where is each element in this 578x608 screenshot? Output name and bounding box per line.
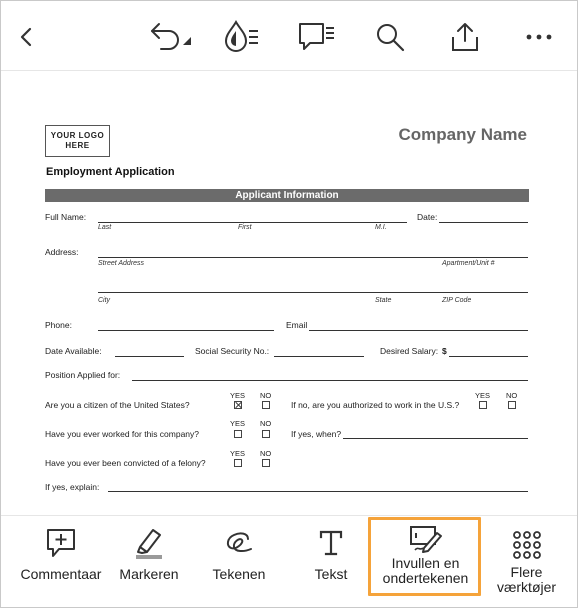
yes-header: YES [230,419,246,428]
position-field[interactable] [132,380,528,381]
date-available-label: Date Available: [45,346,102,356]
yes-header: YES [230,449,246,458]
worked-no-checkbox[interactable] [262,430,270,438]
form-title: Employment Application [46,166,175,178]
worked-before-question: Have you ever worked for this company? [45,429,200,439]
no-header: NO [260,391,272,400]
if-yes-when-label: If yes, when? [291,429,342,439]
back-chevron-icon[interactable] [9,19,45,55]
tool-comment[interactable]: Commentaar [11,516,111,608]
if-yes-when-field[interactable] [343,438,528,439]
pdf-document[interactable]: YOUR LOGO HERE Company Name Employment A… [1,72,577,515]
street-sublabel: Street Address [98,260,145,267]
address-label: Address: [45,247,79,257]
undo-icon[interactable] [147,19,195,55]
phone-field[interactable] [98,330,274,331]
no-header: NO [260,449,272,458]
tool-more[interactable]: Flere værktøjer [479,516,574,608]
share-icon[interactable] [447,19,483,55]
citizen-no-checkbox[interactable] [262,401,270,409]
worked-yes-checkbox[interactable] [234,430,242,438]
authorized-no-checkbox[interactable] [508,401,516,409]
grid-icon [510,528,544,562]
city-sublabel: City [98,297,111,304]
authorized-question: If no, are you authorized to work in the… [291,400,460,410]
phone-label: Phone: [45,320,72,330]
authorized-yes-checkbox[interactable] [479,401,487,409]
desired-salary-label: Desired Salary: [380,346,439,356]
email-label: Email [286,320,308,330]
email-field[interactable] [309,330,528,331]
selected-tool-highlight [368,517,481,596]
highlighter-icon [132,526,166,560]
tool-highlight-label: Markeren [119,566,179,582]
tool-more-label: Flere værktøjer [496,564,557,595]
logo-placeholder: YOUR LOGO HERE [45,125,110,157]
tool-text-label: Tekst [314,566,348,582]
apartment-sublabel: Apartment/Unit # [442,260,495,267]
top-toolbar [1,1,577,71]
bottom-toolbar: Commentaar Markeren Tekenen Tekst Invull… [1,515,577,607]
date-field[interactable] [439,222,528,223]
yes-header: YES [230,391,246,400]
draw-icon [222,526,256,560]
first-sublabel: First [238,224,252,231]
tool-text[interactable]: Tekst [291,516,371,608]
state-sublabel: State [375,297,392,304]
date-available-field[interactable] [115,356,184,357]
search-icon[interactable] [372,19,408,55]
company-name: Company Name [398,125,527,144]
street-field[interactable] [98,257,528,258]
citizen-question: Are you a citizen of the United States? [45,400,190,410]
position-label: Position Applied for: [45,370,121,380]
full-name-label: Full Name: [45,212,87,222]
tool-draw[interactable]: Tekenen [196,516,282,608]
fill-drop-icon[interactable] [221,19,261,55]
salary-symbol: $ [442,346,447,356]
text-icon [314,526,348,560]
mi-sublabel: M.I. [375,224,387,231]
comment-add-icon [44,526,78,560]
desired-salary-field[interactable] [449,356,528,357]
date-label: Date: [417,212,438,222]
felony-yes-checkbox[interactable] [234,459,242,467]
zip-sublabel: ZIP Code [442,297,472,304]
explain-field[interactable] [108,491,528,492]
yes-header: YES [475,391,491,400]
tool-draw-label: Tekenen [212,566,266,582]
no-header: NO [506,391,518,400]
if-yes-explain-label: If yes, explain: [45,482,100,492]
citizen-yes-checkbox[interactable] [234,401,242,409]
more-icon[interactable] [521,19,557,55]
ssn-label: Social Security No.: [195,346,270,356]
no-header: NO [260,419,272,428]
felony-no-checkbox[interactable] [262,459,270,467]
comment-list-icon[interactable] [297,19,337,55]
tool-comment-label: Commentaar [20,566,102,582]
felony-question: Have you ever been convicted of a felony… [45,458,206,468]
tool-highlight[interactable]: Markeren [104,516,194,608]
city-field[interactable] [98,292,528,293]
full-name-field[interactable] [98,222,407,223]
ssn-field[interactable] [274,356,364,357]
last-sublabel: Last [98,224,112,231]
section-header: Applicant Information [45,189,529,202]
